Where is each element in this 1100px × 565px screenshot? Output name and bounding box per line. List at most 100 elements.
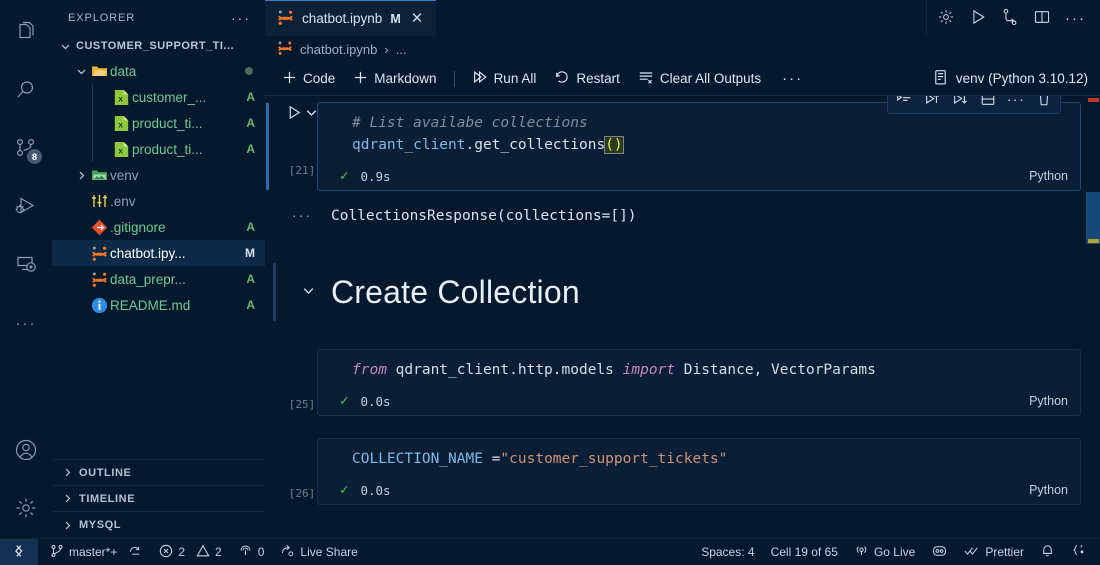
breadcrumb-file[interactable]: chatbot.ipynb bbox=[300, 42, 377, 57]
status-prettier[interactable]: Prettier bbox=[956, 539, 1032, 565]
cell-1-container[interactable]: ··· # List availabe collections qdrant_c… bbox=[266, 96, 1081, 191]
status-branch[interactable]: master*+ bbox=[38, 539, 151, 565]
status-ports[interactable]: 0 bbox=[230, 539, 273, 565]
split-editor-icon[interactable] bbox=[1033, 8, 1051, 29]
cell-1-language[interactable]: Python bbox=[1029, 169, 1068, 183]
notebook-more-actions-icon[interactable]: ··· bbox=[770, 70, 815, 87]
run-cell-icon[interactable] bbox=[286, 104, 303, 124]
cell-4-code[interactable]: COLLECTION_NAME ="customer_support_ticke… bbox=[318, 439, 1080, 476]
activity-bar-item-more[interactable]: ··· bbox=[0, 294, 52, 352]
add-markdown-cell-button[interactable]: Markdown bbox=[344, 67, 445, 91]
run-icon[interactable] bbox=[969, 8, 987, 29]
tree-item-customer-file[interactable]: x customer_... A bbox=[52, 84, 265, 110]
split-cell-icon[interactable] bbox=[974, 96, 1002, 111]
more-actions-icon[interactable]: ··· bbox=[1065, 10, 1086, 27]
activity-bar-item-run-and-debug[interactable] bbox=[0, 178, 52, 236]
code-keyword-from: from bbox=[352, 362, 387, 378]
restart-label: Restart bbox=[576, 71, 620, 86]
cell-4-duration: 0.0s bbox=[360, 482, 391, 498]
status-notifications[interactable] bbox=[1032, 539, 1063, 565]
close-icon[interactable]: ✕ bbox=[409, 11, 426, 26]
activity-bar-item-accounts[interactable] bbox=[0, 422, 52, 480]
tree-item-chatbot-notebook[interactable]: chatbot.ipy... M bbox=[52, 240, 265, 266]
status-cell-position[interactable]: Cell 19 of 65 bbox=[763, 539, 846, 565]
remote-window-icon bbox=[11, 543, 27, 562]
sidebar-section-outline[interactable]: OUTLINE bbox=[52, 460, 265, 486]
tree-item-data-preprocessing-notebook[interactable]: data_prepr... A bbox=[52, 266, 265, 292]
status-live-share[interactable]: Live Share bbox=[272, 539, 365, 565]
tree-item-label: README.md bbox=[110, 297, 191, 313]
add-code-cell-button[interactable]: Code bbox=[273, 67, 344, 91]
tree-item-venv[interactable]: venv bbox=[52, 162, 265, 188]
broadcast-ports-icon bbox=[238, 543, 253, 561]
markdown-collapse-chevron-icon[interactable] bbox=[273, 284, 331, 300]
ellipsis-icon: ··· bbox=[15, 314, 37, 332]
activity-bar-item-settings[interactable] bbox=[0, 480, 52, 538]
sidebar-section-timeline[interactable]: TIMELINE bbox=[52, 486, 265, 512]
clear-outputs-icon bbox=[638, 69, 654, 88]
sidebar-section-label: TIMELINE bbox=[79, 492, 136, 505]
cell-more-actions-icon[interactable]: ··· bbox=[1002, 96, 1030, 111]
cell-3-language[interactable]: Python bbox=[1029, 394, 1068, 408]
tree-item-env[interactable]: .env bbox=[52, 188, 265, 214]
code-function: get_collections bbox=[474, 137, 606, 153]
cell-1-run-controls bbox=[286, 96, 318, 124]
tree-item-gitignore[interactable]: .gitignore A bbox=[52, 214, 265, 240]
status-problems[interactable]: 2 2 bbox=[151, 539, 229, 565]
status-go-live[interactable]: Go Live bbox=[846, 539, 923, 565]
output-more-actions-icon[interactable]: ··· bbox=[273, 201, 331, 223]
notebook-scrollbar[interactable] bbox=[1086, 96, 1100, 538]
success-check-icon: ✓ bbox=[340, 168, 349, 184]
activity-bar-item-search[interactable] bbox=[0, 62, 52, 120]
explorer-root-folder[interactable]: CUSTOMER_SUPPORT_TI... bbox=[52, 35, 265, 57]
delete-cell-icon[interactable] bbox=[1030, 96, 1058, 111]
cell-3-code[interactable]: from qdrant_client.http.models import Di… bbox=[318, 350, 1080, 387]
notebook-cell-3: [25] from qdrant_client.http.models impo… bbox=[265, 349, 1100, 416]
restart-kernel-button[interactable]: Restart bbox=[545, 66, 629, 91]
sidebar-section-mysql[interactable]: MYSQL bbox=[52, 512, 265, 538]
scrollbar-warning-marker bbox=[1088, 239, 1099, 243]
code-imported-names: Distance, VectorParams bbox=[675, 362, 876, 378]
activity-bar-item-source-control[interactable]: 8 bbox=[0, 120, 52, 178]
robot-icon bbox=[931, 543, 948, 562]
sidebar-more-actions-icon[interactable]: ··· bbox=[231, 10, 251, 26]
tree-item-product-file-2[interactable]: x product_ti... A bbox=[52, 136, 265, 162]
tree-item-readme[interactable]: README.md A bbox=[52, 292, 265, 318]
breadcrumb-separator: › bbox=[384, 41, 389, 57]
live-share-icon bbox=[280, 543, 295, 561]
toolbar-separator bbox=[453, 70, 455, 87]
sync-changes-icon[interactable] bbox=[128, 543, 143, 561]
remote-explorer-icon bbox=[15, 253, 37, 278]
activity-bar-item-explorer[interactable] bbox=[0, 4, 52, 62]
sidebar-section-label: MYSQL bbox=[79, 519, 122, 531]
status-indentation[interactable]: Spaces: 4 bbox=[693, 539, 762, 565]
activity-bar-item-remote-explorer[interactable] bbox=[0, 236, 52, 294]
tab-chatbot-ipynb[interactable]: chatbot.ipynb M ✕ bbox=[265, 0, 437, 36]
remote-window-indicator[interactable] bbox=[0, 538, 38, 565]
tree-item-data[interactable]: data bbox=[52, 58, 265, 84]
notebook-cell-markdown[interactable]: Create Collection bbox=[265, 261, 1100, 323]
compare-changes-icon[interactable] bbox=[1001, 8, 1019, 29]
cell-1-focus-accent bbox=[266, 103, 269, 190]
cell-4-language[interactable]: Python bbox=[1029, 483, 1068, 497]
status-braces[interactable] bbox=[1063, 539, 1094, 565]
breadcrumb-more[interactable]: ... bbox=[396, 42, 407, 57]
code-dot: . bbox=[465, 137, 475, 153]
settings-gear-icon[interactable] bbox=[937, 8, 955, 29]
git-branch-icon bbox=[50, 544, 64, 561]
status-extension-icon-button[interactable] bbox=[923, 539, 956, 565]
tree-item-label: data_prepr... bbox=[110, 271, 186, 287]
run-all-icon bbox=[472, 69, 488, 88]
kernel-picker[interactable]: venv (Python 3.10.12) bbox=[932, 69, 1100, 89]
clear-all-outputs-button[interactable]: Clear All Outputs bbox=[629, 66, 770, 91]
execute-above-cells-icon[interactable] bbox=[918, 96, 946, 111]
cell-3-container[interactable]: from qdrant_client.http.models import Di… bbox=[317, 349, 1081, 416]
tree-item-product-file-1[interactable]: x product_ti... A bbox=[52, 110, 265, 136]
chevron-right-icon bbox=[74, 170, 88, 181]
run-all-button[interactable]: Run All bbox=[463, 66, 546, 91]
notebook-scrollbar-thumb[interactable] bbox=[1086, 192, 1100, 244]
git-status: A bbox=[246, 90, 255, 104]
run-by-line-icon[interactable] bbox=[890, 96, 918, 111]
cell-4-container[interactable]: COLLECTION_NAME ="customer_support_ticke… bbox=[317, 438, 1081, 505]
execute-cell-and-below-icon[interactable] bbox=[946, 96, 974, 111]
